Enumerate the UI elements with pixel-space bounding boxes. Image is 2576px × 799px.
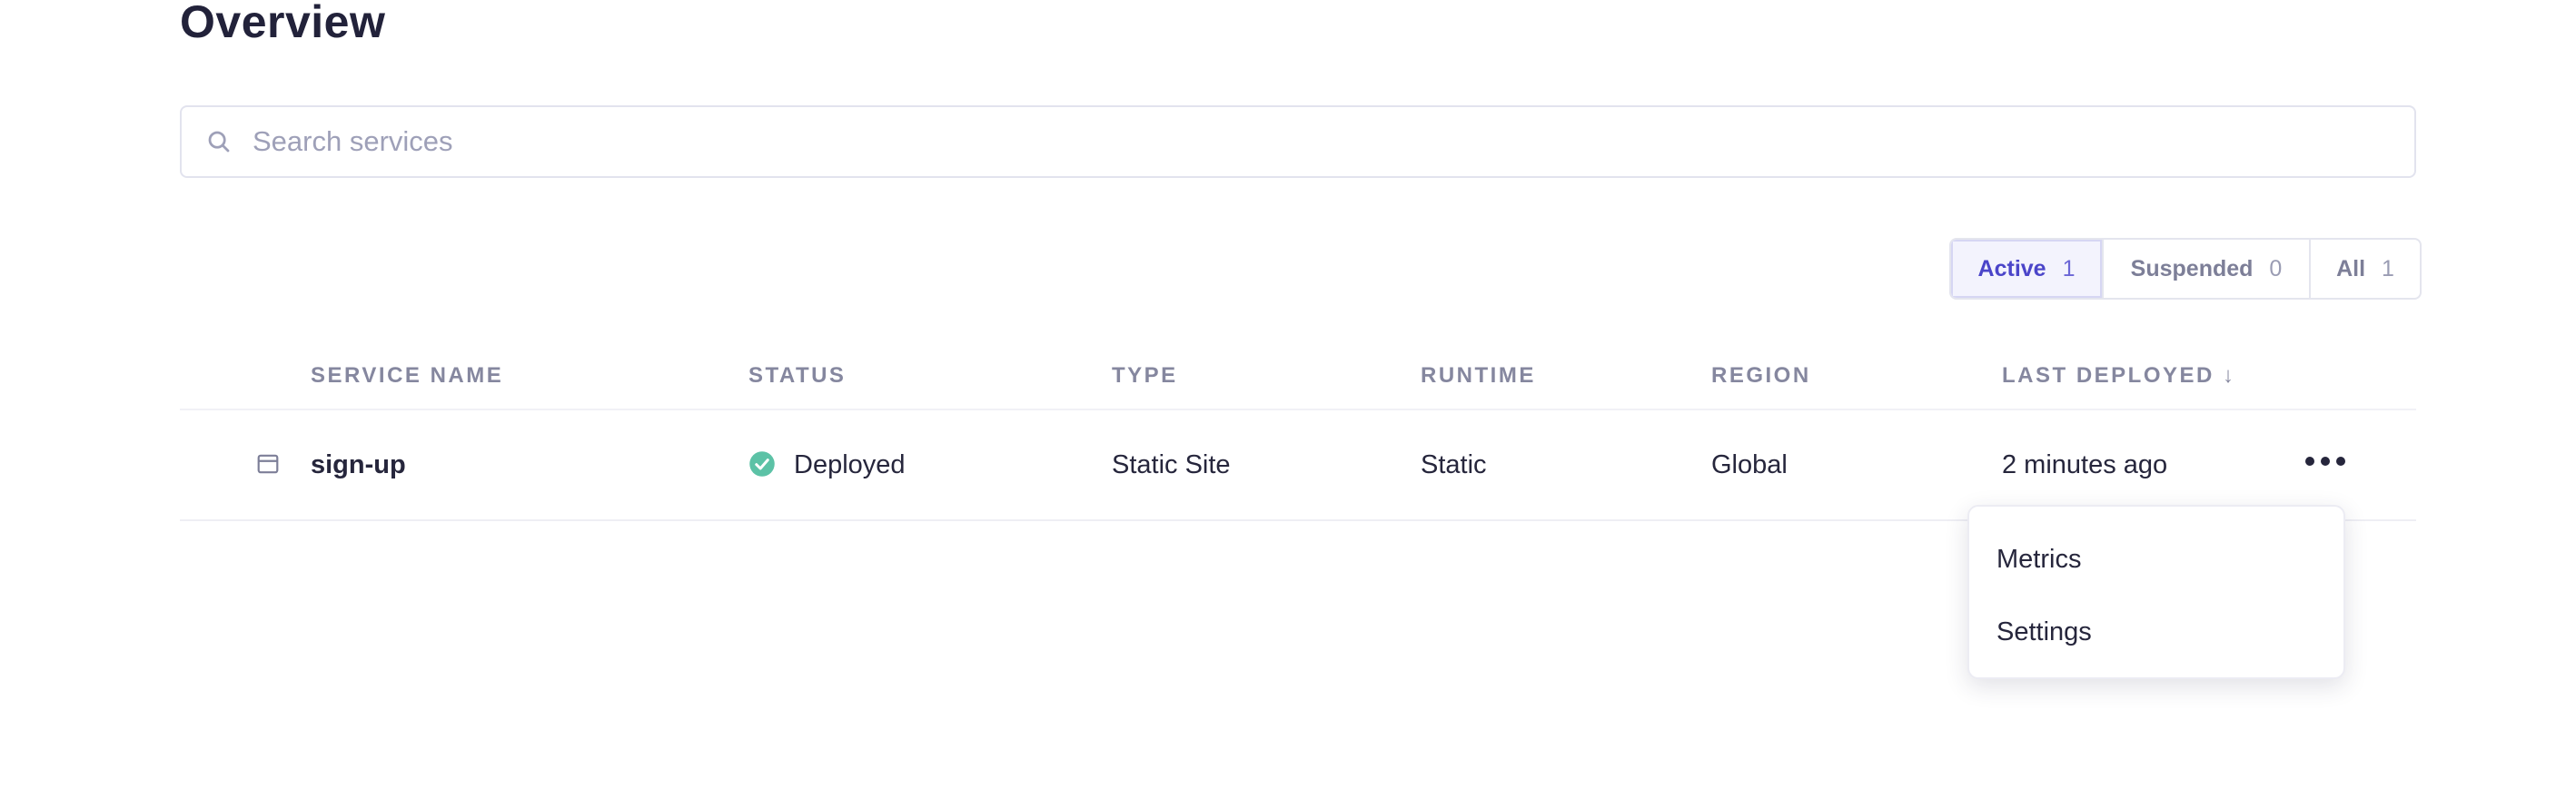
filter-active[interactable]: Active 1 <box>1951 240 2104 298</box>
filter-suspended[interactable]: Suspended 0 <box>2104 240 2311 298</box>
region-cell: Global <box>1711 450 1788 479</box>
menu-item-settings[interactable]: Settings <box>1996 617 2092 647</box>
type-cell: Static Site <box>1112 450 1231 479</box>
services-overview-page: Overview Active 1 Suspended 0 All 1 SERV… <box>0 0 2576 799</box>
static-site-icon <box>256 452 280 476</box>
check-circle-icon <box>748 450 776 478</box>
column-header-service-name[interactable]: SERVICE NAME <box>311 363 503 389</box>
row-actions-button[interactable] <box>2298 443 2353 479</box>
service-name-link[interactable]: sign-up <box>311 449 406 481</box>
filter-active-label: Active <box>1977 255 2046 281</box>
column-header-last-deployed[interactable]: LAST DEPLOYED ↓ <box>2002 363 2236 389</box>
search-bar[interactable] <box>180 105 2416 178</box>
more-horizontal-icon <box>2305 457 2345 466</box>
filter-suspended-count: 0 <box>2269 255 2283 281</box>
column-header-type[interactable]: TYPE <box>1112 363 1178 389</box>
filter-all[interactable]: All 1 <box>2311 240 2420 298</box>
page-title: Overview <box>180 0 386 47</box>
runtime-cell: Static <box>1421 450 1487 479</box>
search-input[interactable] <box>251 124 2343 159</box>
column-header-status[interactable]: STATUS <box>748 363 846 389</box>
table-header: SERVICE NAME STATUS TYPE RUNTIME REGION … <box>180 356 2416 410</box>
last-deployed-cell: 2 minutes ago <box>2002 450 2168 479</box>
row-actions-menu: Metrics Settings <box>1967 505 2345 679</box>
status-text: Deployed <box>794 450 906 479</box>
filter-all-count: 1 <box>2382 255 2394 281</box>
filter-suspended-label: Suspended <box>2130 255 2254 281</box>
menu-item-metrics[interactable]: Metrics <box>1996 545 2081 575</box>
column-header-region[interactable]: REGION <box>1711 363 1811 389</box>
status-filter-group: Active 1 Suspended 0 All 1 <box>1949 238 2422 300</box>
filter-active-count: 1 <box>2062 255 2076 281</box>
column-header-runtime[interactable]: RUNTIME <box>1421 363 1536 389</box>
search-icon <box>203 126 234 157</box>
filter-all-label: All <box>2336 255 2366 281</box>
